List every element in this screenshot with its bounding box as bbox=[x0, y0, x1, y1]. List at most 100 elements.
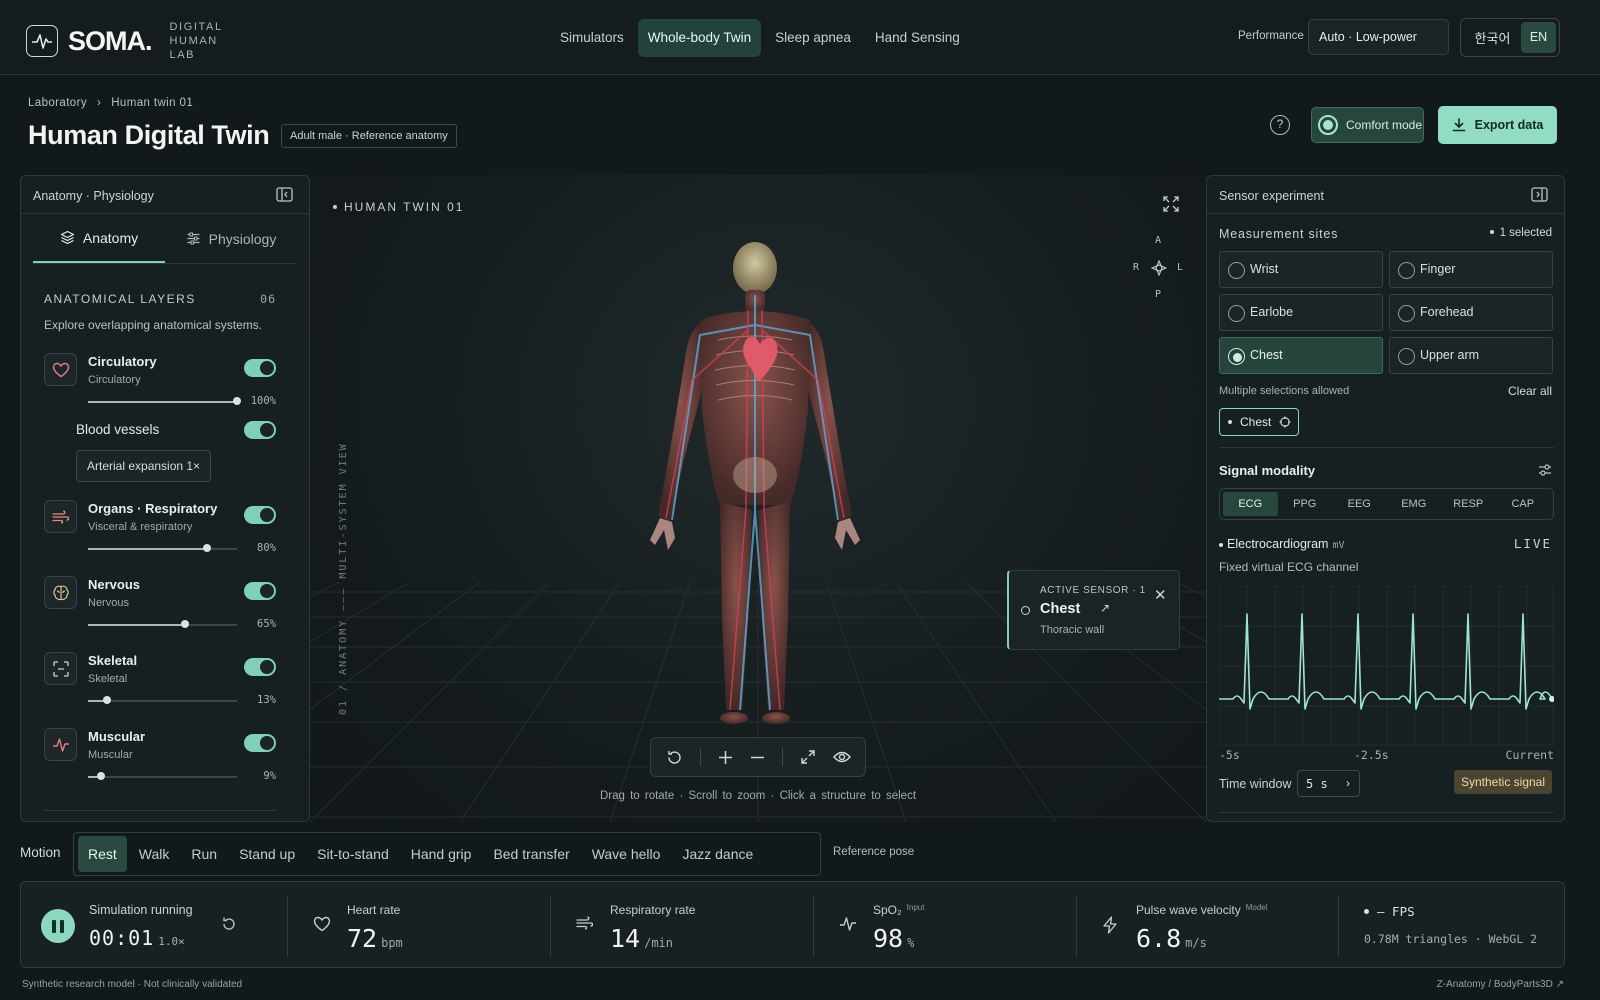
site-upper-arm[interactable]: Upper arm bbox=[1389, 337, 1553, 374]
motion-stand-up[interactable]: Stand up bbox=[229, 836, 305, 872]
brand-subtitle: DIGITAL HUMAN LAB bbox=[169, 21, 223, 61]
motion-run[interactable]: Run bbox=[181, 836, 227, 872]
site-earlobe[interactable]: Earlobe bbox=[1219, 294, 1383, 331]
motion-hand-grip[interactable]: Hand grip bbox=[401, 836, 482, 872]
collapse-panel-icon[interactable] bbox=[1531, 187, 1548, 202]
chevron-right-icon: › bbox=[1346, 776, 1350, 790]
breadcrumb-root[interactable]: Laboratory bbox=[28, 97, 87, 109]
anatomy-panel: Anatomy · Physiology Anatomy Physiology … bbox=[20, 175, 310, 822]
attribution-link[interactable]: Z-Anatomy / BodyParts3D ↗ bbox=[1437, 979, 1564, 990]
opacity-slider[interactable] bbox=[88, 397, 241, 405]
modality-tabs: ECG PPG EEG EMG RESP CAP bbox=[1219, 488, 1554, 520]
layer-toggle[interactable] bbox=[244, 582, 276, 600]
site-finger[interactable]: Finger bbox=[1389, 251, 1553, 288]
metric-label: Pulse wave velocity Model bbox=[1136, 903, 1268, 917]
arterial-expansion-button[interactable]: Arterial expansion 1× bbox=[76, 450, 212, 482]
slider-handle[interactable] bbox=[97, 772, 106, 780]
bolt-icon bbox=[1103, 916, 1117, 934]
metric-value: 98% bbox=[873, 924, 915, 953]
opacity-slider[interactable] bbox=[88, 544, 237, 552]
playback-speed[interactable]: 1.0× bbox=[158, 935, 185, 948]
collapse-panel-icon[interactable] bbox=[276, 187, 293, 202]
layer-toggle[interactable] bbox=[244, 506, 276, 524]
motion-sit-to-stand[interactable]: Sit-to-stand bbox=[307, 836, 399, 872]
modality-cap[interactable]: CAP bbox=[1496, 492, 1551, 516]
arrow-up-right-icon[interactable]: ↗ bbox=[1100, 601, 1110, 615]
breadcrumb-current: Human twin 01 bbox=[111, 97, 194, 109]
restart-icon[interactable] bbox=[221, 916, 237, 932]
pause-button[interactable] bbox=[41, 909, 75, 943]
eye-icon[interactable] bbox=[832, 750, 851, 764]
modality-resp[interactable]: RESP bbox=[1441, 492, 1496, 516]
layer-toggle[interactable] bbox=[244, 359, 276, 377]
human-body-model[interactable] bbox=[630, 240, 880, 740]
reset-view-icon[interactable] bbox=[666, 749, 683, 766]
time-window-select[interactable]: 5 s › bbox=[1297, 770, 1360, 797]
tab-anatomy[interactable]: Anatomy bbox=[33, 214, 165, 263]
modality-ecg[interactable]: ECG bbox=[1223, 492, 1278, 516]
slider-handle[interactable] bbox=[103, 696, 112, 704]
opacity-slider[interactable] bbox=[88, 620, 237, 628]
lang-en-button[interactable]: EN bbox=[1521, 22, 1556, 53]
modality-eeg[interactable]: EEG bbox=[1332, 492, 1387, 516]
modality-ppg[interactable]: PPG bbox=[1278, 492, 1333, 516]
download-icon bbox=[1452, 118, 1465, 132]
panel-title: Anatomy · Physiology bbox=[33, 189, 154, 203]
nav-simulators[interactable]: Simulators bbox=[550, 19, 634, 57]
selected-site-chip[interactable]: Chest bbox=[1219, 408, 1299, 436]
divider bbox=[550, 895, 551, 957]
layer-toggle[interactable] bbox=[244, 734, 276, 752]
tab-physiology[interactable]: Physiology bbox=[165, 214, 297, 263]
metric-label: Heart rate bbox=[347, 903, 401, 917]
site-wrist[interactable]: Wrist bbox=[1219, 251, 1383, 288]
divider bbox=[1219, 812, 1554, 813]
expand-icon[interactable] bbox=[800, 749, 816, 765]
disclaimer: Synthetic research model · Not clinicall… bbox=[22, 979, 243, 990]
layer-toggle[interactable] bbox=[244, 658, 276, 676]
compass-posterior: P bbox=[1155, 289, 1162, 300]
clear-all-button[interactable]: Clear all bbox=[1508, 384, 1552, 398]
layer-sub: Muscular bbox=[88, 749, 133, 761]
lang-ko-button[interactable]: 한국어 bbox=[1464, 28, 1521, 47]
anatomical-layers-desc: Explore overlapping anatomical systems. bbox=[44, 318, 263, 332]
blood-vessels-toggle[interactable] bbox=[244, 421, 276, 439]
3d-viewport[interactable]: HUMAN TWIN 01 01 / ANATOMY ——— MULTI-SYS… bbox=[310, 175, 1206, 822]
layer-sub: Skeletal bbox=[88, 673, 128, 685]
compass-left: L bbox=[1177, 262, 1184, 273]
modality-emg[interactable]: EMG bbox=[1387, 492, 1442, 516]
fullscreen-icon[interactable] bbox=[1163, 196, 1179, 212]
motion-walk[interactable]: Walk bbox=[129, 836, 180, 872]
sensor-name: Chest bbox=[1040, 601, 1081, 617]
performance-select[interactable]: Auto · Low-power bbox=[1308, 19, 1449, 55]
nav-hand-sensing[interactable]: Hand Sensing bbox=[865, 19, 970, 57]
help-icon[interactable]: ? bbox=[1270, 115, 1290, 135]
close-icon[interactable]: ✕ bbox=[1154, 586, 1167, 604]
active-sensor-popup[interactable]: ACTIVE SENSOR · 1 Chest ↗ Thoracic wall … bbox=[1007, 570, 1180, 650]
site-chest[interactable]: Chest bbox=[1219, 337, 1383, 374]
slider-handle[interactable] bbox=[180, 620, 189, 628]
heart-icon bbox=[44, 353, 77, 386]
comfort-mode-button[interactable]: Comfort mode bbox=[1311, 107, 1424, 143]
slider-handle[interactable] bbox=[203, 544, 212, 552]
nav-whole-body-twin[interactable]: Whole-body Twin bbox=[637, 19, 762, 57]
site-forehead[interactable]: Forehead bbox=[1389, 294, 1553, 331]
opacity-slider[interactable] bbox=[88, 696, 237, 704]
motion-jazz-dance[interactable]: Jazz dance bbox=[672, 836, 763, 872]
brain-icon bbox=[44, 576, 77, 609]
zoom-out-icon[interactable] bbox=[750, 750, 765, 765]
brand[interactable]: SOMA. DIGITAL HUMAN LAB bbox=[26, 20, 270, 62]
settings-sliders-icon[interactable] bbox=[1538, 463, 1552, 477]
scan-icon bbox=[44, 652, 77, 685]
slider-handle[interactable] bbox=[233, 397, 241, 405]
motion-rest[interactable]: Rest bbox=[78, 836, 127, 872]
zoom-in-icon[interactable] bbox=[718, 750, 733, 765]
pulse-icon bbox=[840, 917, 856, 931]
orientation-compass[interactable]: A P R L bbox=[1133, 235, 1185, 305]
blood-vessels-label: Blood vessels bbox=[76, 422, 160, 437]
nav-sleep-apnea[interactable]: Sleep apnea bbox=[765, 19, 861, 57]
export-data-button[interactable]: Export data bbox=[1438, 106, 1557, 144]
opacity-slider[interactable] bbox=[88, 772, 237, 780]
motion-bed-transfer[interactable]: Bed transfer bbox=[483, 836, 579, 872]
opacity-value: 9% bbox=[263, 770, 276, 782]
motion-wave-hello[interactable]: Wave hello bbox=[582, 836, 671, 872]
